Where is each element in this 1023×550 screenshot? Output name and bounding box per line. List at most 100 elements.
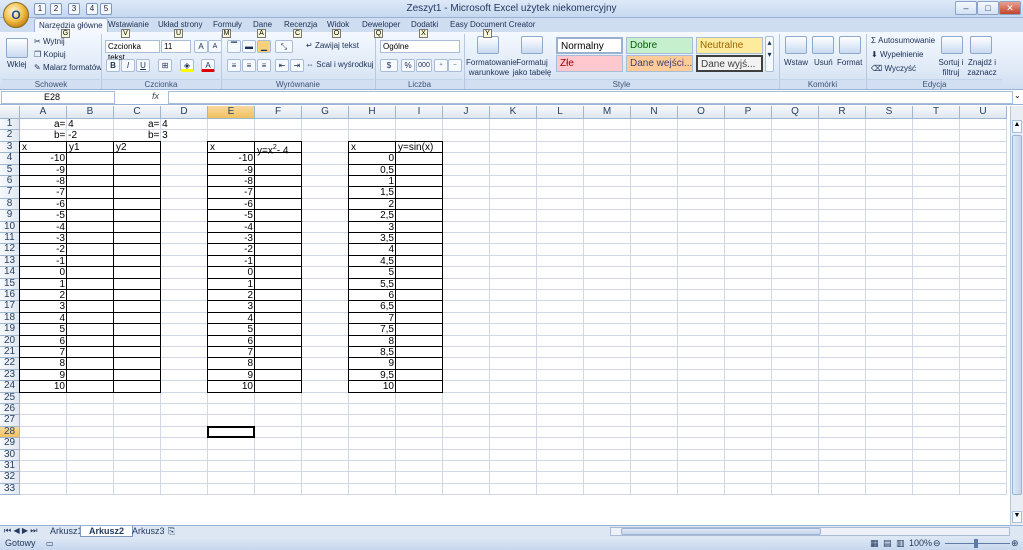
italic-button[interactable]: I bbox=[121, 59, 135, 72]
format-painter-button[interactable]: ✎ Malarz formatów bbox=[34, 63, 102, 73]
thousands-button[interactable]: 000 bbox=[416, 59, 432, 72]
column-header-q[interactable]: Q bbox=[772, 106, 819, 119]
style-neutral[interactable]: Neutralne bbox=[696, 37, 763, 54]
format-as-table-button[interactable]: Formatuj jako tabelę bbox=[512, 58, 552, 78]
column-header-a[interactable]: A bbox=[20, 106, 67, 119]
autosum-button[interactable]: Σ Autosumowanie bbox=[871, 36, 935, 46]
cell-c1[interactable]: a= 4 bbox=[114, 119, 204, 130]
style-output[interactable]: Dane wyjś... bbox=[696, 55, 763, 72]
sort-filter-button[interactable]: Sortuj i filtruj bbox=[936, 58, 966, 78]
selected-cell-e28[interactable] bbox=[207, 425, 255, 439]
delete-cells-icon[interactable] bbox=[812, 36, 834, 54]
borders-button[interactable]: ⊞ bbox=[158, 59, 172, 72]
column-header-g[interactable]: G bbox=[302, 106, 349, 119]
grow-font-button[interactable]: A bbox=[194, 40, 208, 53]
scroll-up-button[interactable]: ▲ bbox=[1012, 120, 1022, 133]
maximize-button[interactable]: □ bbox=[977, 1, 999, 15]
orientation-button[interactable]: ⤡ bbox=[275, 40, 293, 53]
currency-button[interactable]: $ bbox=[380, 59, 398, 72]
format-as-table-icon[interactable] bbox=[521, 36, 543, 54]
style-bad[interactable]: Złe bbox=[556, 55, 623, 72]
increase-indent-button[interactable]: ⇥ bbox=[290, 59, 304, 72]
align-left-button[interactable]: ≡ bbox=[227, 59, 241, 72]
format-cells-icon[interactable] bbox=[839, 36, 861, 54]
column-header-e[interactable]: E bbox=[208, 106, 255, 119]
zoom-level[interactable]: 100% bbox=[909, 537, 932, 550]
align-center-button[interactable]: ≡ bbox=[242, 59, 256, 72]
bold-button[interactable]: B bbox=[106, 59, 120, 72]
tab-easy-document-creator[interactable]: Easy Document Creator bbox=[446, 18, 539, 32]
zoom-in-icon[interactable]: ⊕ bbox=[1011, 537, 1019, 550]
vertical-scrollbar[interactable]: ▲ ▼ bbox=[1010, 106, 1023, 526]
align-right-button[interactable]: ≡ bbox=[257, 59, 271, 72]
cut-button[interactable]: ✂ Wytnij bbox=[34, 37, 65, 47]
fill-color-button[interactable]: ◈ bbox=[180, 59, 194, 72]
column-header-k[interactable]: K bbox=[490, 106, 537, 119]
find-select-icon[interactable] bbox=[970, 36, 992, 54]
column-header-d[interactable]: D bbox=[161, 106, 208, 119]
column-header-t[interactable]: T bbox=[913, 106, 960, 119]
font-color-button[interactable]: A bbox=[201, 59, 215, 72]
cell-a1[interactable]: a= 4 bbox=[20, 119, 110, 130]
row-header-9[interactable]: 9 bbox=[0, 209, 20, 222]
style-input[interactable]: Dane wejści... bbox=[626, 55, 693, 72]
column-header-u[interactable]: U bbox=[960, 106, 1007, 119]
zoom-slider-thumb[interactable] bbox=[974, 539, 978, 548]
formula-input[interactable] bbox=[168, 91, 1013, 104]
align-middle-button[interactable]: ▬ bbox=[242, 40, 256, 53]
column-header-c[interactable]: C bbox=[114, 106, 161, 119]
font-size-combo[interactable]: 11 bbox=[161, 40, 191, 53]
column-header-b[interactable]: B bbox=[67, 106, 114, 119]
column-header-n[interactable]: N bbox=[631, 106, 678, 119]
row-header-29[interactable]: 29 bbox=[0, 437, 20, 450]
worksheet-grid[interactable]: A B C D E F G H I J K L M N O P Q R S T U 1 2 3 4 5 6 7 8 9 10 11 12 13 14… bbox=[0, 106, 1010, 526]
redo-icon[interactable]: 3 bbox=[68, 3, 80, 15]
insert-cells-icon[interactable] bbox=[785, 36, 807, 54]
office-button[interactable]: O bbox=[3, 2, 29, 28]
font-name-combo[interactable]: Czcionka tekst bbox=[105, 40, 160, 62]
column-header-j[interactable]: J bbox=[443, 106, 490, 119]
paste-button[interactable]: Wklej bbox=[7, 60, 27, 70]
column-header-i[interactable]: I bbox=[396, 106, 443, 119]
style-normal[interactable]: Normalny bbox=[556, 37, 623, 54]
insert-function-button[interactable]: fx bbox=[118, 91, 166, 104]
conditional-format-icon[interactable] bbox=[477, 36, 499, 54]
column-header-r[interactable]: R bbox=[819, 106, 866, 119]
conditional-format-button[interactable]: Formatowanie warunkowe bbox=[466, 58, 517, 78]
shrink-font-button[interactable]: A bbox=[208, 40, 222, 53]
print-preview-icon[interactable]: 4 bbox=[86, 3, 98, 15]
view-page-layout-icon[interactable]: ▤ bbox=[883, 537, 892, 550]
expand-formula-bar-button[interactable]: ⌄ bbox=[1014, 91, 1022, 104]
percent-button[interactable]: % bbox=[401, 59, 415, 72]
close-button[interactable]: ✕ bbox=[999, 1, 1021, 15]
row-header-19[interactable]: 19 bbox=[0, 323, 20, 336]
align-top-button[interactable]: ▔ bbox=[227, 40, 241, 53]
macro-record-icon[interactable]: ▭ bbox=[46, 537, 54, 550]
paste-icon[interactable] bbox=[6, 38, 28, 58]
save-icon[interactable]: 1 bbox=[34, 3, 46, 15]
underline-button[interactable]: U bbox=[136, 59, 150, 72]
merge-center-button[interactable]: ⇔ Scal i wyśrodkuj bbox=[306, 60, 374, 70]
styles-scroll[interactable]: ▴ ▾ bbox=[765, 36, 774, 72]
copy-button[interactable]: ❐ Kopiuj bbox=[34, 50, 66, 60]
insert-sheet-button[interactable]: ⎘ bbox=[165, 526, 178, 537]
sheet-nav-buttons[interactable]: ⏮ ◀ ▶ ⏭ bbox=[4, 526, 37, 536]
zoom-out-icon[interactable]: ⊖ bbox=[933, 537, 941, 550]
sort-filter-icon[interactable] bbox=[941, 36, 963, 54]
column-header-h[interactable]: H bbox=[349, 106, 396, 119]
delete-cells-button[interactable]: Usuń bbox=[814, 58, 833, 68]
insert-cells-button[interactable]: Wstaw bbox=[784, 58, 808, 68]
column-header-s[interactable]: S bbox=[866, 106, 913, 119]
fill-button[interactable]: ⬇ Wypełnienie bbox=[871, 50, 923, 60]
column-header-p[interactable]: P bbox=[725, 106, 772, 119]
h-scroll-thumb[interactable] bbox=[621, 528, 821, 535]
row-header-24[interactable]: 24 bbox=[0, 380, 20, 393]
clear-button[interactable]: ⌫ Wyczyść bbox=[871, 64, 916, 74]
find-select-button[interactable]: Znajdź i zaznacz bbox=[966, 58, 998, 78]
style-good[interactable]: Dobre bbox=[626, 37, 693, 54]
wrap-text-button[interactable]: ↵ Zawijaj tekst bbox=[306, 41, 359, 51]
format-cells-button[interactable]: Format bbox=[837, 58, 862, 68]
align-bottom-button[interactable]: ▁ bbox=[257, 40, 271, 53]
undo-icon[interactable]: 2 bbox=[50, 3, 62, 15]
row-header-14[interactable]: 14 bbox=[0, 266, 20, 279]
